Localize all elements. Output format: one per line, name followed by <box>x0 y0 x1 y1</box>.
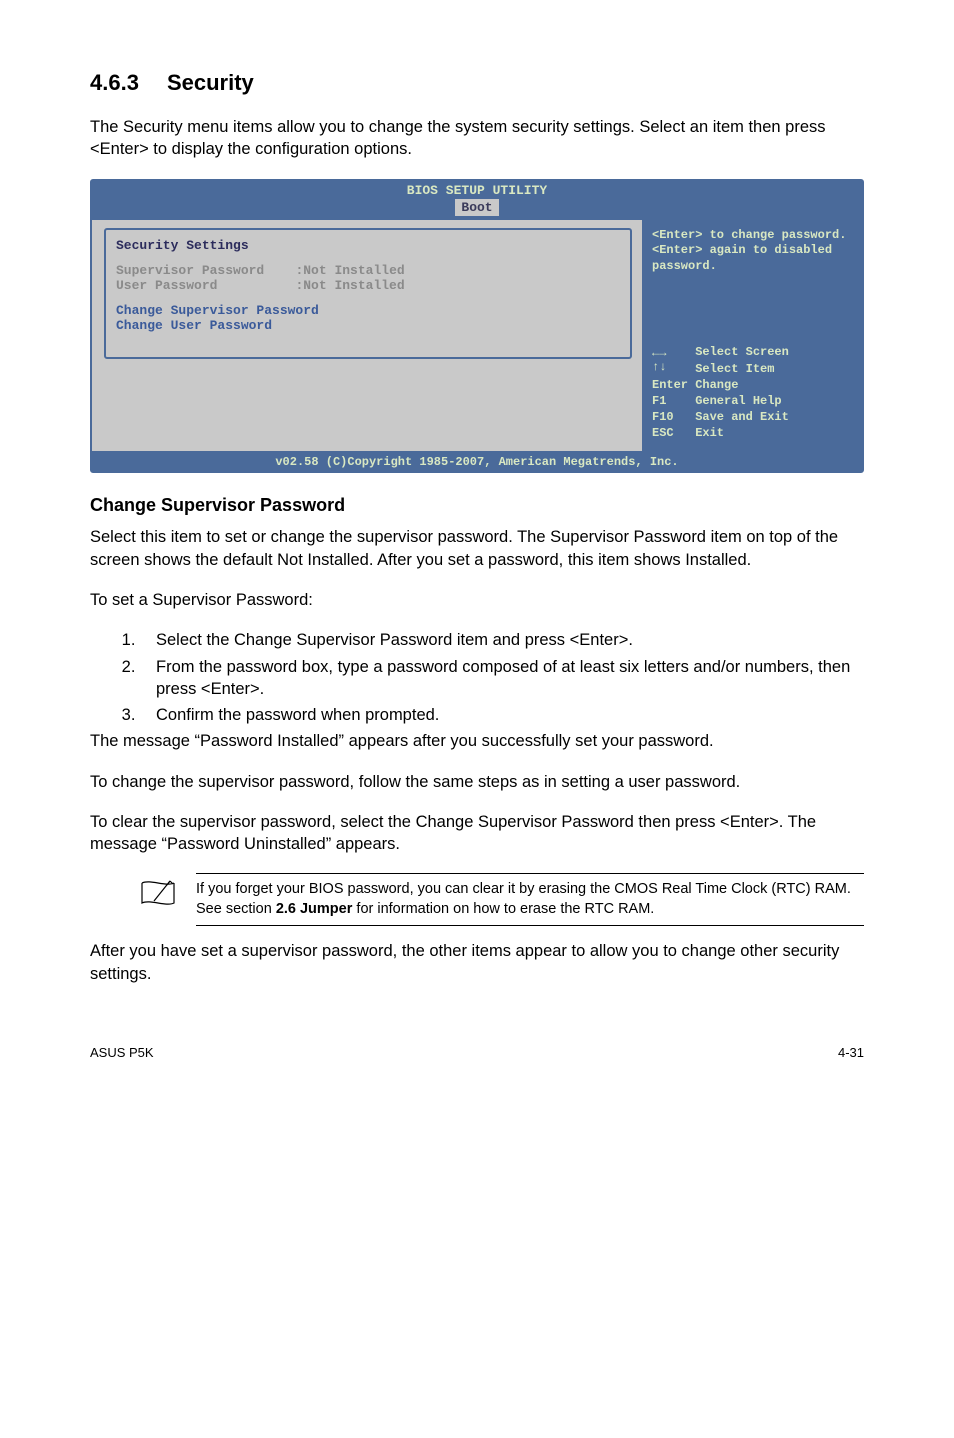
after-note-paragraph: After you have set a supervisor password… <box>90 940 864 985</box>
bios-footer: v02.58 (C)Copyright 1985-2007, American … <box>92 451 862 471</box>
clear-paragraph: To clear the supervisor password, select… <box>90 811 864 856</box>
step-item: Select the Change Supervisor Password it… <box>140 629 864 651</box>
csp-paragraph-2: To set a Supervisor Password: <box>90 589 864 611</box>
intro-paragraph: The Security menu items allow you to cha… <box>90 116 864 161</box>
bios-security-settings-heading: Security Settings <box>116 238 620 253</box>
bios-help-top: <Enter> to change password. <Enter> agai… <box>652 228 852 275</box>
note-icon <box>140 879 176 914</box>
steps-list: Select the Change Supervisor Password it… <box>90 629 864 726</box>
bios-change-user: Change User Password <box>116 318 272 333</box>
note-text: If you forget your BIOS password, you ca… <box>196 873 864 926</box>
bios-screenshot: BIOS SETUP UTILITY Boot Security Setting… <box>90 179 864 474</box>
note-text-c: for information on how to erase the RTC … <box>352 901 654 917</box>
bios-title: BIOS SETUP UTILITY <box>92 181 862 198</box>
bios-change-lines: Change Supervisor Password Change User P… <box>116 303 620 333</box>
section-number: 4.6.3 <box>90 70 139 96</box>
bios-nav-text: Select Screen Select Item Enter Change F… <box>652 345 789 440</box>
bios-tab-boot: Boot <box>455 199 498 216</box>
step-item: Confirm the password when prompted. <box>140 704 864 726</box>
bios-user-value: :Not Installed <box>295 278 404 293</box>
bios-status-lines: Supervisor Password :Not Installed User … <box>116 263 620 293</box>
csp-paragraph-1: Select this item to set or change the su… <box>90 526 864 571</box>
page-footer: ASUS P5K 4-31 <box>90 1045 864 1060</box>
bios-help-line1: <Enter> to change password. <box>652 228 846 242</box>
arrow-ud-icon: ↑↓ <box>652 359 666 375</box>
bios-help-line2: <Enter> again to disabled password. <box>652 243 832 273</box>
bios-left-pane: Security Settings Supervisor Password :N… <box>92 220 642 452</box>
section-title: Security <box>167 70 254 95</box>
change-paragraph: To change the supervisor password, follo… <box>90 771 864 793</box>
step-item: From the password box, type a password c… <box>140 656 864 701</box>
bios-supervisor-label: Supervisor Password <box>116 263 264 278</box>
bios-change-supervisor: Change Supervisor Password <box>116 303 319 318</box>
bios-nav-help: ←→↑↓ Select Screen Select Item Enter Cha… <box>652 344 852 441</box>
change-supervisor-heading: Change Supervisor Password <box>90 495 864 516</box>
bios-tab-row: Boot <box>92 198 862 218</box>
note-text-bold: 2.6 Jumper <box>276 901 353 917</box>
footer-right: 4-31 <box>838 1045 864 1060</box>
bios-supervisor-value: :Not Installed <box>295 263 404 278</box>
bios-user-label: User Password <box>116 278 217 293</box>
note-box: If you forget your BIOS password, you ca… <box>140 873 864 926</box>
footer-left: ASUS P5K <box>90 1045 154 1060</box>
bios-right-pane: <Enter> to change password. <Enter> agai… <box>642 220 862 452</box>
section-heading: 4.6.3 Security <box>90 70 864 96</box>
after-steps-paragraph: The message “Password Installed” appears… <box>90 730 864 752</box>
